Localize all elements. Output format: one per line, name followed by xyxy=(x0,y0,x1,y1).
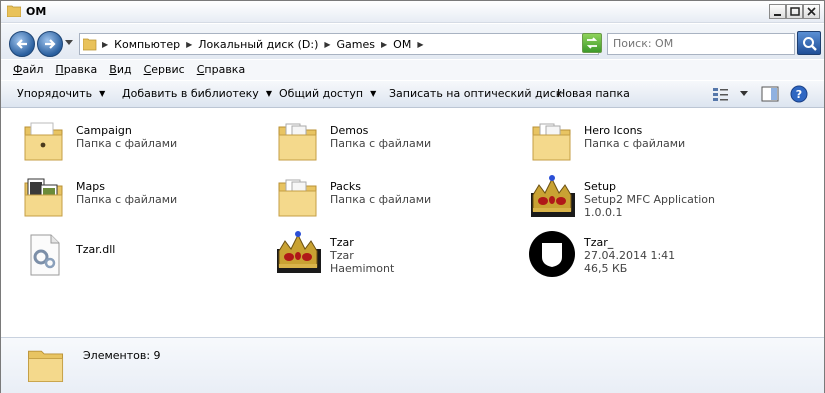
file-type: Папка с файлами xyxy=(76,137,178,150)
recent-pages-dropdown[interactable] xyxy=(65,40,74,46)
folder-icon xyxy=(24,122,63,161)
title-bar[interactable]: OM xyxy=(1,1,824,23)
chevron-down-icon: ▼ xyxy=(265,89,272,98)
shield-file-icon xyxy=(529,231,575,277)
file-description: Tzar xyxy=(330,249,354,262)
item-tzar-underscore[interactable]: Tzar_ 27.04.2014 1:41 46,5 КБ xyxy=(527,229,767,279)
folder-icon xyxy=(7,5,21,17)
crown-icon xyxy=(277,231,321,273)
file-company: Haemimont xyxy=(330,262,395,275)
navigation-bar: ▶ Компьютер ▶ Локальный диск (D:) ▶ Games ▶… xyxy=(1,24,824,59)
menu-view[interactable]: Вид xyxy=(103,60,137,80)
minimize-icon xyxy=(774,14,781,16)
arrow-left-icon xyxy=(16,39,27,49)
menu-bar: Файл Правка Вид Сервис Справка xyxy=(1,60,824,80)
file-name: Tzar.dll xyxy=(76,243,116,256)
file-name: Tzar_ xyxy=(584,236,614,249)
search-icon xyxy=(803,37,817,51)
file-name: Hero Icons xyxy=(584,124,643,137)
command-bar: Упорядочить ▼ Добавить в библиотеку ▼ Общи… xyxy=(1,81,824,108)
refresh-icon xyxy=(586,37,598,49)
chevron-right-icon: ▶ xyxy=(417,40,424,49)
breadcrumb-om[interactable]: ▶ OM ▶ xyxy=(375,38,429,51)
organize-button[interactable]: Упорядочить ▼ xyxy=(17,87,105,100)
menu-tools[interactable]: Сервис xyxy=(138,60,191,80)
file-size: 46,5 КБ xyxy=(584,262,628,275)
search-button[interactable] xyxy=(797,31,821,55)
dll-file-icon xyxy=(30,234,60,276)
file-type: Папка с файлами xyxy=(330,193,432,206)
share-button[interactable]: Общий доступ ▼ xyxy=(279,87,376,100)
file-name: Campaign xyxy=(76,124,132,137)
address-bar[interactable]: ▶ Компьютер ▶ Локальный диск (D:) ▶ Games ▶… xyxy=(79,33,650,55)
file-type: Папка с файлами xyxy=(330,137,432,150)
file-type: Папка с файлами xyxy=(584,137,686,150)
file-description: Setup2 MFC Application xyxy=(584,193,715,206)
breadcrumb-computer[interactable]: ▶ Компьютер xyxy=(100,38,180,51)
refresh-button[interactable] xyxy=(582,33,602,53)
maximize-button[interactable] xyxy=(786,4,803,19)
item-tzar-exe[interactable]: Tzar Tzar Haemimont xyxy=(273,229,513,279)
item-demos[interactable]: Demos Папка с файлами xyxy=(273,117,513,167)
file-type: Папка с файлами xyxy=(76,193,178,206)
item-hero-icons[interactable]: Hero Icons Папка с файлами xyxy=(527,117,767,167)
item-campaign[interactable]: Campaign Папка с файлами xyxy=(19,117,259,167)
folder-icon xyxy=(278,123,317,161)
folder-icon xyxy=(83,38,97,51)
file-name: Maps xyxy=(76,180,105,193)
chevron-right-icon: ▶ xyxy=(381,40,388,49)
chevron-right-icon: ▶ xyxy=(324,40,331,49)
folder-icon xyxy=(532,123,571,161)
chevron-right-icon: ▶ xyxy=(186,40,193,49)
file-name: Tzar xyxy=(330,236,354,249)
search-box[interactable] xyxy=(607,33,795,55)
folder-icon xyxy=(278,179,317,217)
item-maps[interactable]: Maps Папка с файлами xyxy=(19,173,259,223)
folder-icon xyxy=(28,350,64,383)
file-name: Packs xyxy=(330,180,362,193)
window-title: OM xyxy=(26,5,47,18)
new-folder-button[interactable]: Новая папка xyxy=(557,87,630,100)
chevron-down-icon: ▼ xyxy=(99,89,106,98)
item-packs[interactable]: Packs Папка с файлами xyxy=(273,173,513,223)
search-input[interactable] xyxy=(613,37,793,50)
view-options-dropdown[interactable] xyxy=(740,91,749,97)
menu-help[interactable]: Справка xyxy=(191,60,251,80)
breadcrumb-games[interactable]: ▶ Games xyxy=(318,38,375,51)
menu-edit[interactable]: Правка xyxy=(49,60,103,80)
burn-button[interactable]: Записать на оптический диск xyxy=(389,87,562,100)
crown-icon xyxy=(531,175,575,217)
maximize-icon xyxy=(790,7,800,16)
details-pane: Элементов: 9 xyxy=(1,337,824,393)
chevron-down-icon: ▼ xyxy=(370,89,377,98)
forward-button[interactable] xyxy=(37,31,63,57)
close-button[interactable] xyxy=(803,4,820,19)
chevron-right-icon: ▶ xyxy=(102,40,109,49)
item-count: Элементов: 9 xyxy=(83,349,161,362)
help-icon[interactable]: ? xyxy=(790,85,808,103)
file-version: 1.0.0.1 xyxy=(584,206,623,219)
add-to-library-button[interactable]: Добавить в библиотеку ▼ xyxy=(122,87,272,100)
file-name: Demos xyxy=(330,124,369,137)
item-tzar-dll[interactable]: Tzar.dll xyxy=(19,229,259,279)
file-list: Campaign Папка с файлами Demos Папка с ф… xyxy=(1,109,824,337)
back-button[interactable] xyxy=(9,31,35,57)
menu-file[interactable]: Файл xyxy=(7,60,49,80)
svg-text:?: ? xyxy=(796,88,802,101)
close-icon xyxy=(807,7,816,16)
file-name: Setup xyxy=(584,180,617,193)
arrow-right-icon xyxy=(45,39,56,49)
folder-icon xyxy=(24,178,63,217)
breadcrumb-drive[interactable]: ▶ Локальный диск (D:) xyxy=(180,38,318,51)
preview-pane-icon[interactable] xyxy=(761,85,779,103)
change-view-icon[interactable] xyxy=(712,85,730,103)
file-date: 27.04.2014 1:41 xyxy=(584,249,676,262)
minimize-button[interactable] xyxy=(769,4,786,19)
item-setup[interactable]: Setup Setup2 MFC Application 1.0.0.1 xyxy=(527,173,767,223)
explorer-window: OM ▶ Компьютер ▶ Локальный диск (D:) ▶ Game… xyxy=(0,0,825,393)
